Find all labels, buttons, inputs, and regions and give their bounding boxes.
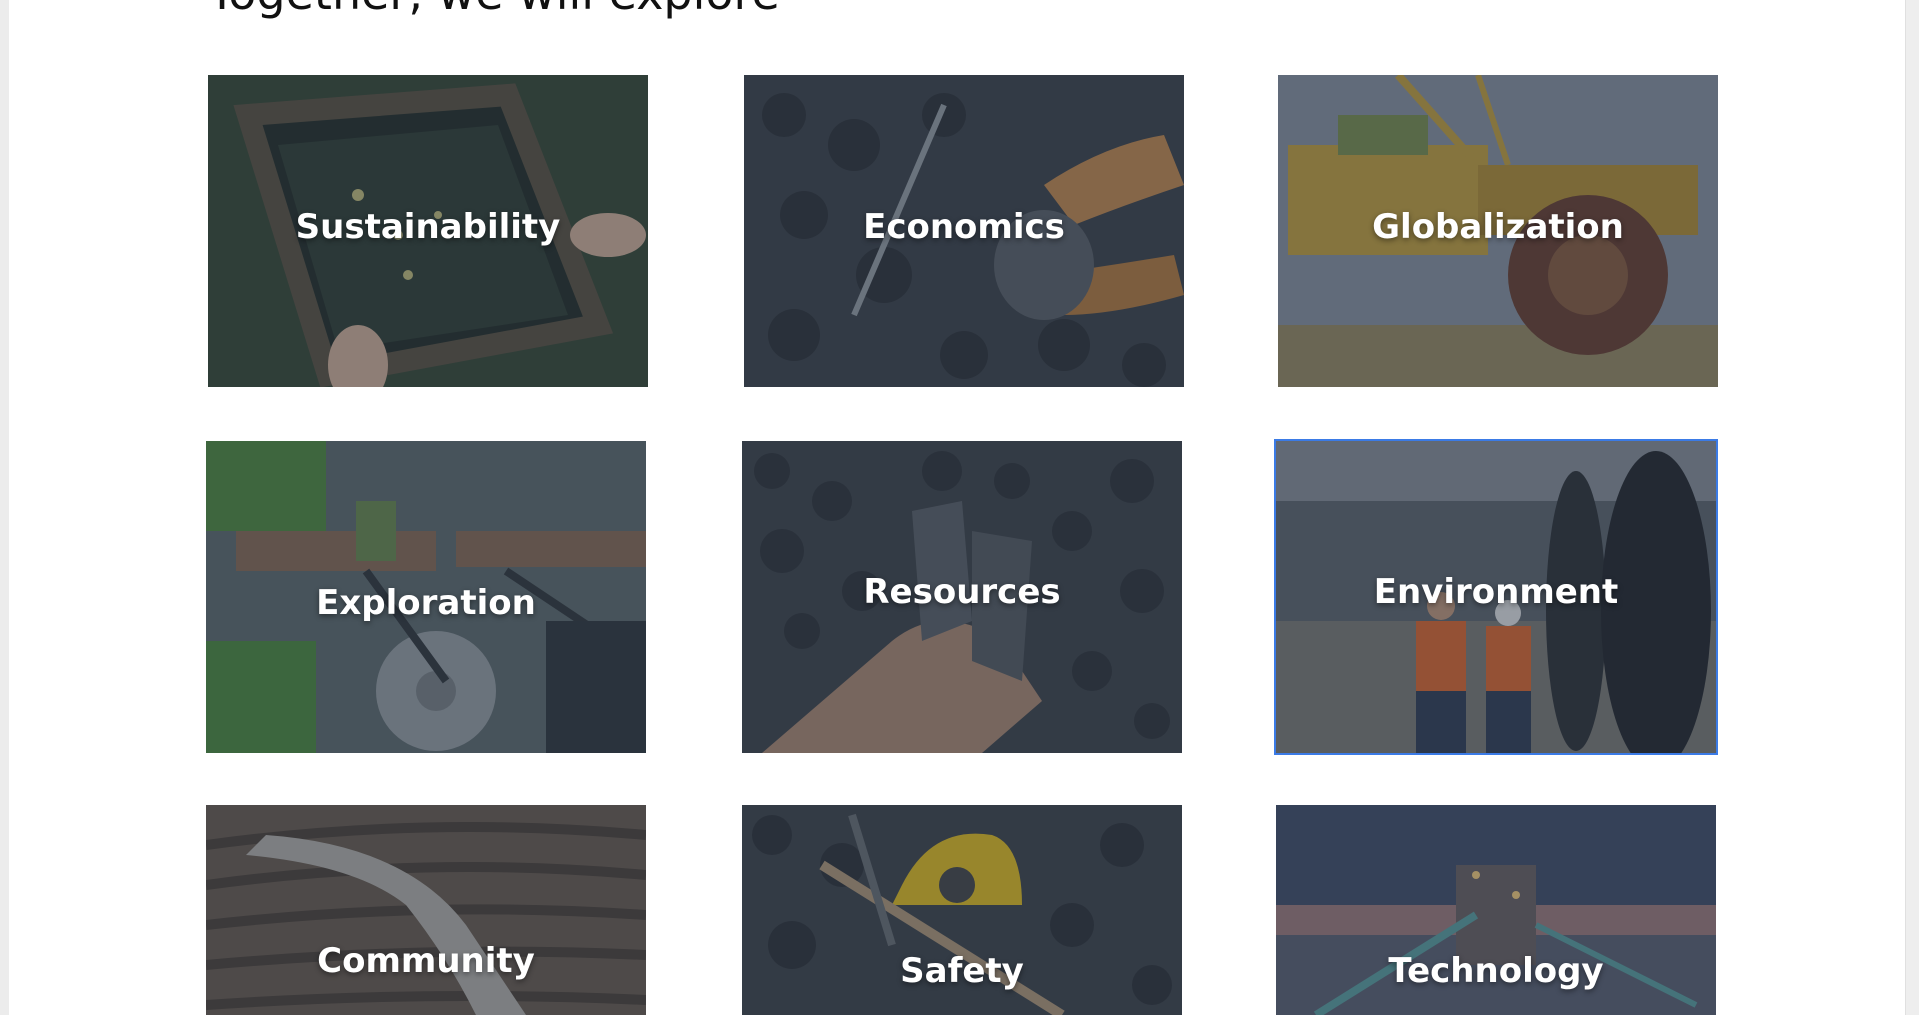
tile-label-sustainability: Sustainability [295, 207, 561, 247]
tile-label-environment: Environment [1373, 572, 1619, 612]
tile-label-resources: Resources [863, 572, 1061, 612]
tile-label-globalization: Globalization [1372, 207, 1624, 247]
topic-tile-safety[interactable]: Safety [742, 805, 1182, 1015]
section-heading: Together, we will explore [208, 0, 780, 16]
topic-tile-environment[interactable]: Environment [1274, 439, 1718, 755]
tile-label-technology: Technology [1388, 951, 1604, 991]
topic-tile-resources[interactable]: Resources [742, 441, 1182, 753]
topic-tile-sustainability[interactable]: Sustainability [208, 75, 648, 387]
tile-overlay [206, 805, 646, 1015]
tile-label-exploration: Exploration [316, 583, 536, 623]
tile-label-safety: Safety [900, 951, 1024, 991]
topic-tile-economics[interactable]: Economics [744, 75, 1184, 387]
tile-label-economics: Economics [863, 207, 1065, 247]
page-left-border [0, 0, 9, 1015]
topic-tile-technology[interactable]: Technology [1276, 805, 1716, 1015]
topic-tile-exploration[interactable]: Exploration [206, 441, 646, 753]
page-scrollbar-track[interactable] [1905, 0, 1919, 1015]
topic-tile-community[interactable]: Community [206, 805, 646, 1015]
topic-tile-globalization[interactable]: Globalization [1278, 75, 1718, 387]
tile-label-community: Community [317, 941, 535, 981]
